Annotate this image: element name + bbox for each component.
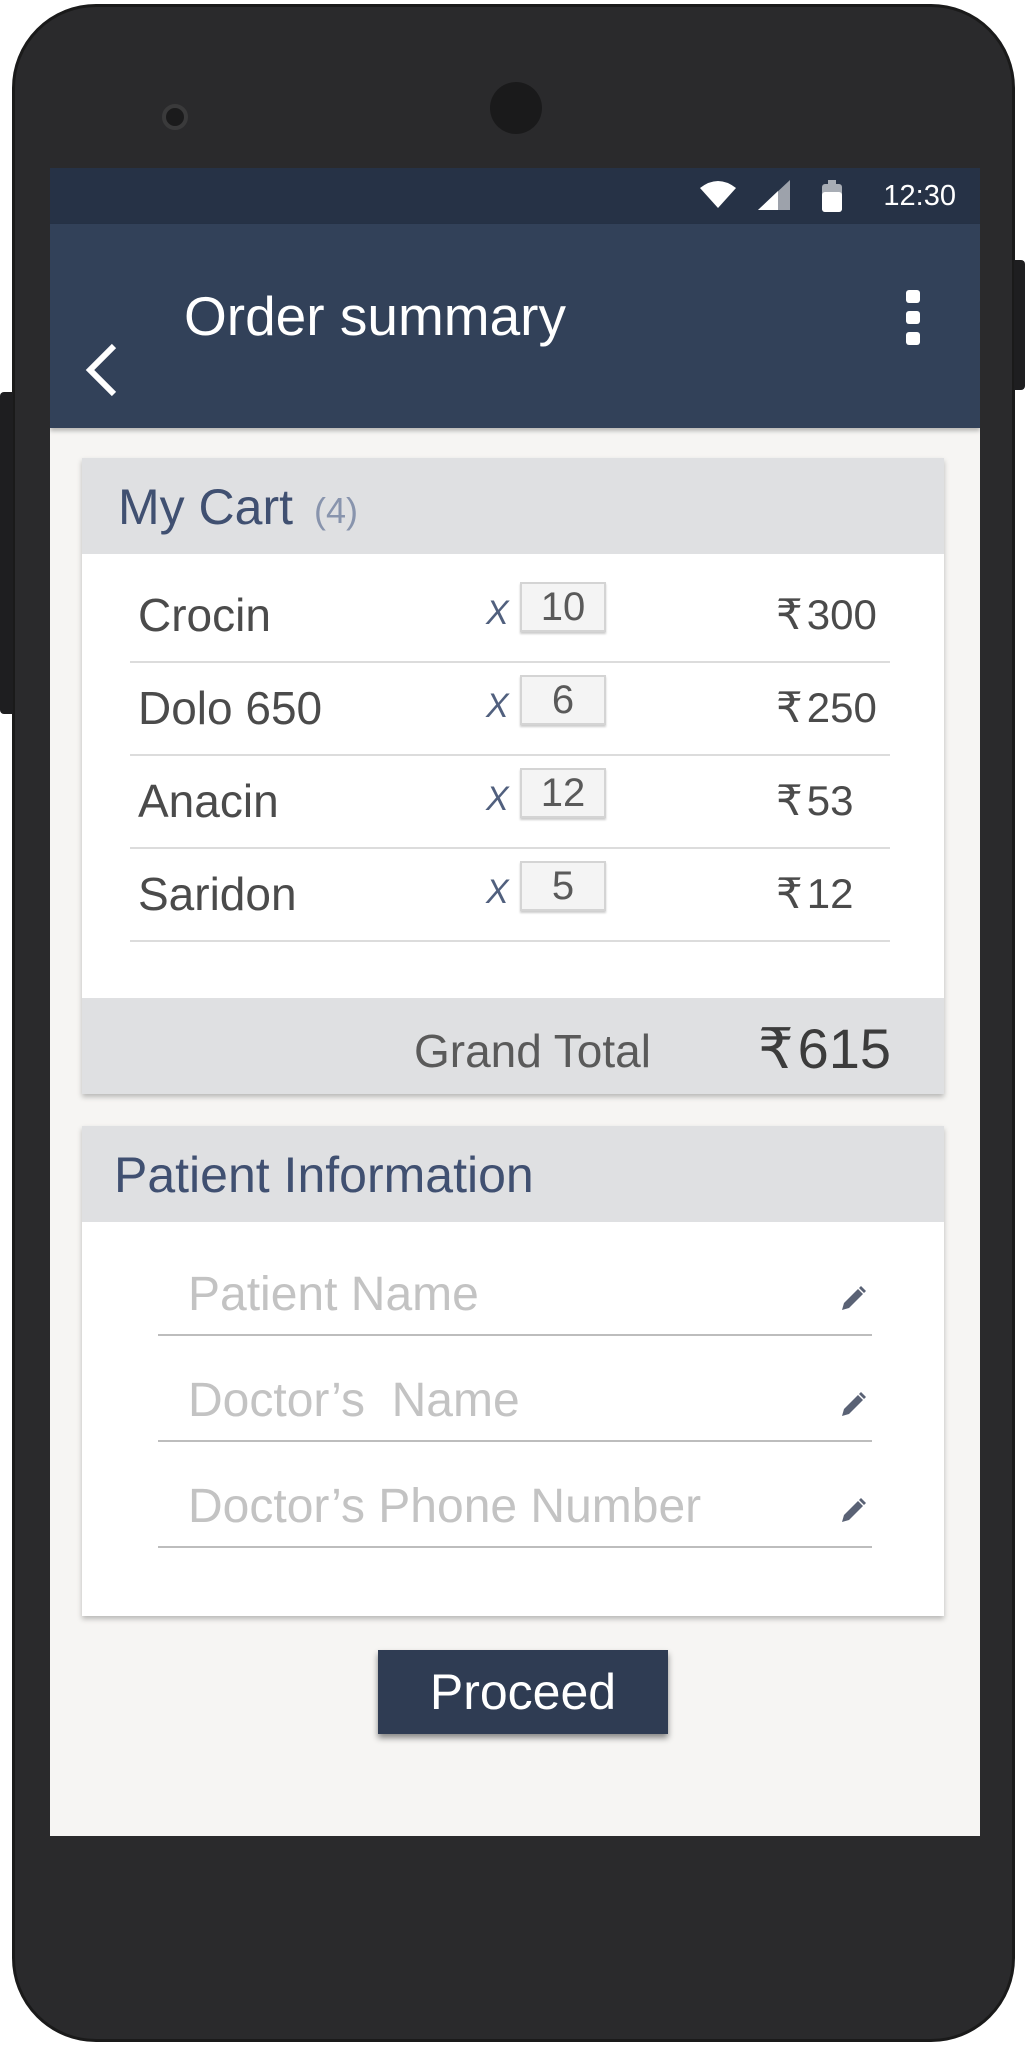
overflow-menu-button[interactable]	[898, 286, 928, 352]
rupee-icon: ₹	[776, 870, 803, 917]
doctor-name-input[interactable]	[188, 1372, 798, 1428]
quantity-input[interactable]	[520, 768, 606, 818]
proceed-button[interactable]: Proceed	[378, 1650, 668, 1734]
item-price: ₹300	[776, 590, 877, 639]
multiply-sign: X	[486, 687, 509, 725]
wifi-icon	[700, 181, 736, 208]
patient-info-header: Patient Information	[82, 1126, 944, 1222]
front-camera	[490, 82, 542, 134]
battery-icon	[822, 180, 842, 212]
pencil-icon[interactable]	[838, 1284, 868, 1314]
cart-header: My Cart (4)	[82, 458, 944, 554]
back-button[interactable]	[76, 338, 136, 398]
page-title: Order summary	[184, 285, 566, 347]
screen: 12:30 Order summary My Cart (4) Crocin X	[50, 168, 980, 1836]
cart-list: Crocin X ₹300 Dolo 650 X ₹250 Anacin X ₹…	[130, 570, 890, 942]
pencil-icon[interactable]	[838, 1390, 868, 1420]
cart-item: Saridon X ₹12	[130, 849, 890, 942]
volume-button	[0, 392, 13, 714]
multiply-sign: X	[486, 873, 509, 911]
quantity-input[interactable]	[520, 582, 606, 632]
rupee-icon: ₹	[776, 684, 803, 731]
item-name: Saridon	[138, 868, 297, 920]
chevron-left-icon	[85, 343, 117, 397]
multiply-sign: X	[486, 594, 509, 632]
cart-item: Anacin X ₹53	[130, 756, 890, 849]
patient-name-field	[158, 1254, 872, 1336]
grand-total-bar: Grand Total ₹615	[82, 998, 944, 1094]
quantity-input[interactable]	[520, 861, 606, 911]
patient-info-title: Patient Information	[114, 1147, 534, 1203]
proximity-sensor	[162, 104, 188, 130]
pencil-icon[interactable]	[838, 1496, 868, 1526]
rupee-icon: ₹	[776, 777, 803, 824]
item-price-value: 12	[806, 870, 854, 917]
item-price-value: 300	[806, 591, 877, 638]
more-vertical-icon	[906, 290, 920, 345]
rupee-icon: ₹	[776, 591, 803, 638]
power-button	[1014, 260, 1025, 390]
item-price: ₹53	[776, 776, 853, 825]
cart-card: My Cart (4) Crocin X ₹300 Dolo 650 X ₹25…	[82, 458, 944, 1094]
patient-info-card: Patient Information	[82, 1126, 944, 1616]
item-price: ₹12	[776, 869, 853, 918]
patient-name-input[interactable]	[188, 1266, 798, 1322]
rupee-icon: ₹	[758, 1017, 794, 1080]
grand-total-value: ₹615	[758, 1016, 891, 1082]
patient-form	[158, 1254, 872, 1572]
doctor-phone-field	[158, 1466, 872, 1548]
cart-title: My Cart	[118, 479, 293, 535]
item-name: Dolo 650	[138, 682, 323, 734]
doctor-name-field	[158, 1360, 872, 1442]
grand-total-label: Grand Total	[414, 1025, 651, 1077]
status-time: 12:30	[883, 180, 956, 212]
cellular-signal-icon	[758, 180, 790, 210]
cart-item: Crocin X ₹300	[130, 570, 890, 663]
status-bar: 12:30	[50, 168, 980, 224]
doctor-phone-input[interactable]	[188, 1478, 798, 1534]
cart-count-badge: (4)	[314, 490, 358, 531]
item-name: Crocin	[138, 589, 271, 641]
item-price-value: 53	[806, 777, 854, 824]
grand-total-amount: 615	[797, 1017, 892, 1080]
cart-item: Dolo 650 X ₹250	[130, 663, 890, 756]
item-price: ₹250	[776, 683, 877, 732]
item-price-value: 250	[806, 684, 877, 731]
multiply-sign: X	[486, 780, 509, 818]
app-bar: Order summary	[50, 224, 980, 428]
item-name: Anacin	[138, 775, 279, 827]
quantity-input[interactable]	[520, 675, 606, 725]
